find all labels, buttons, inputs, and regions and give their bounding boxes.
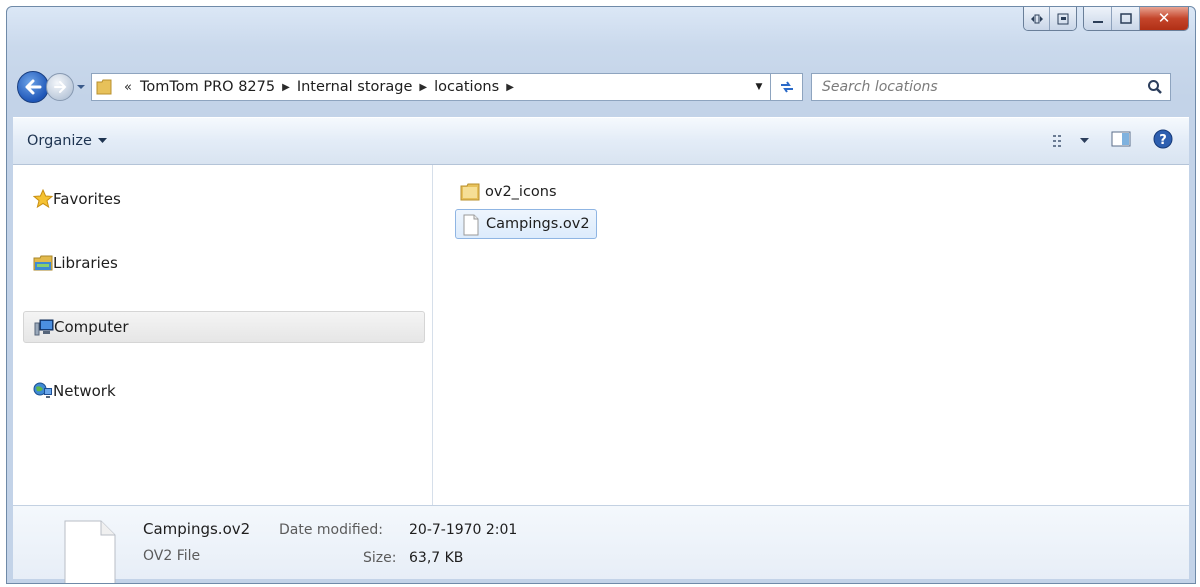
explorer-window: ✕ « TomTom PRO 8275 ▶ Internal storage ▶… <box>6 6 1196 584</box>
search-input[interactable] <box>822 79 1140 95</box>
chevron-down-icon <box>97 138 107 143</box>
details-modified-label: Date modified: <box>279 522 383 538</box>
command-bar-right: ? <box>1052 129 1189 153</box>
chevron-down-icon <box>77 85 85 89</box>
folder-icon <box>96 79 112 95</box>
back-arrow-icon <box>25 79 42 95</box>
list-item-ov2-icons[interactable]: ov2_icons <box>455 177 563 207</box>
sidebar-item-label: Libraries <box>53 254 118 272</box>
details-file-type: OV2 File <box>143 548 201 564</box>
sidebar-item-network[interactable]: Network <box>23 375 425 407</box>
file-name: Campings.ov2 <box>486 216 590 232</box>
sidebar-item-computer[interactable]: Computer <box>23 311 425 343</box>
library-icon <box>33 255 53 271</box>
svg-text:?: ? <box>1159 133 1167 148</box>
network-icon <box>33 382 52 398</box>
refresh-button[interactable] <box>771 73 803 101</box>
minimize-icon <box>1092 20 1103 23</box>
breadcrumb-tomtom[interactable]: TomTom PRO 8275 <box>140 79 275 95</box>
help-button[interactable]: ? <box>1153 129 1173 153</box>
breadcrumb-arrow-icon[interactable]: ▶ <box>506 82 514 93</box>
command-bar: Organize ? <box>13 117 1189 165</box>
details-size-label: Size: <box>363 550 397 566</box>
navigation-bar: « TomTom PRO 8275 ▶ Internal storage ▶ l… <box>17 69 1189 105</box>
forward-arrow-icon <box>54 81 67 93</box>
sidebar-item-label: Computer <box>54 318 129 336</box>
maximize-button[interactable] <box>1112 7 1140 30</box>
folder-icon <box>460 183 480 201</box>
window-pin-icon <box>1057 13 1069 24</box>
minimize-button[interactable] <box>1084 7 1112 30</box>
breadcrumb-internal-storage[interactable]: Internal storage <box>297 79 413 95</box>
maximize-icon <box>1119 12 1132 24</box>
breadcrumb-arrow-icon[interactable]: ▶ <box>419 82 427 93</box>
window-controls: ✕ <box>1083 7 1189 31</box>
close-icon: ✕ <box>1157 9 1171 27</box>
organize-menu[interactable]: Organize <box>27 133 107 149</box>
view-options-icon <box>1053 135 1061 147</box>
close-button[interactable]: ✕ <box>1140 7 1188 30</box>
document-icon <box>463 214 479 236</box>
computer-icon <box>34 319 54 336</box>
recent-pages-button[interactable] <box>75 83 87 91</box>
details-size-value: 63,7 KB <box>409 550 464 566</box>
refresh-icon <box>780 81 793 93</box>
chevron-down-icon <box>1080 138 1089 143</box>
address-bar[interactable]: « TomTom PRO 8275 ▶ Internal storage ▶ l… <box>91 73 771 101</box>
preview-pane-icon <box>1111 131 1131 147</box>
preview-pane-button[interactable] <box>1111 130 1131 152</box>
restore-down-button[interactable] <box>1024 7 1050 30</box>
details-file-name: Campings.ov2 <box>143 520 251 538</box>
navigation-pane: Favorites Libraries Computer Network <box>13 165 433 505</box>
sidebar-item-favorites[interactable]: Favorites <box>23 183 425 215</box>
forward-button[interactable] <box>46 73 74 101</box>
file-name: ov2_icons <box>485 184 557 200</box>
pin-button[interactable] <box>1050 7 1076 30</box>
list-item-campings-ov2[interactable]: Campings.ov2 <box>455 209 597 239</box>
content-area: Favorites Libraries Computer Network ov2… <box>13 165 1189 505</box>
organize-label: Organize <box>27 133 92 149</box>
caption-buttons: ✕ <box>1023 7 1189 33</box>
search-icon[interactable] <box>1140 79 1170 95</box>
overflow-chevron[interactable]: « <box>124 80 132 95</box>
extra-caption-group <box>1023 7 1077 31</box>
details-pane: Campings.ov2 OV2 File Date modified: 20-… <box>13 505 1189 583</box>
change-view-button[interactable] <box>1052 133 1089 149</box>
search-box[interactable] <box>811 73 1171 101</box>
swap-icon <box>1030 14 1043 23</box>
sidebar-item-libraries[interactable]: Libraries <box>23 247 425 279</box>
sidebar-item-label: Favorites <box>53 190 121 208</box>
help-icon: ? <box>1153 129 1173 149</box>
sidebar-item-label: Network <box>53 382 116 400</box>
back-button[interactable] <box>17 71 49 103</box>
address-dropdown-icon[interactable]: ▼ <box>748 82 770 92</box>
star-icon <box>33 189 53 209</box>
file-list: ov2_icons Campings.ov2 <box>433 165 1189 505</box>
breadcrumb-locations[interactable]: locations <box>434 79 499 95</box>
document-icon <box>64 520 116 583</box>
details-modified-value: 20-7-1970 2:01 <box>409 522 518 538</box>
breadcrumb-arrow-icon[interactable]: ▶ <box>282 82 290 93</box>
